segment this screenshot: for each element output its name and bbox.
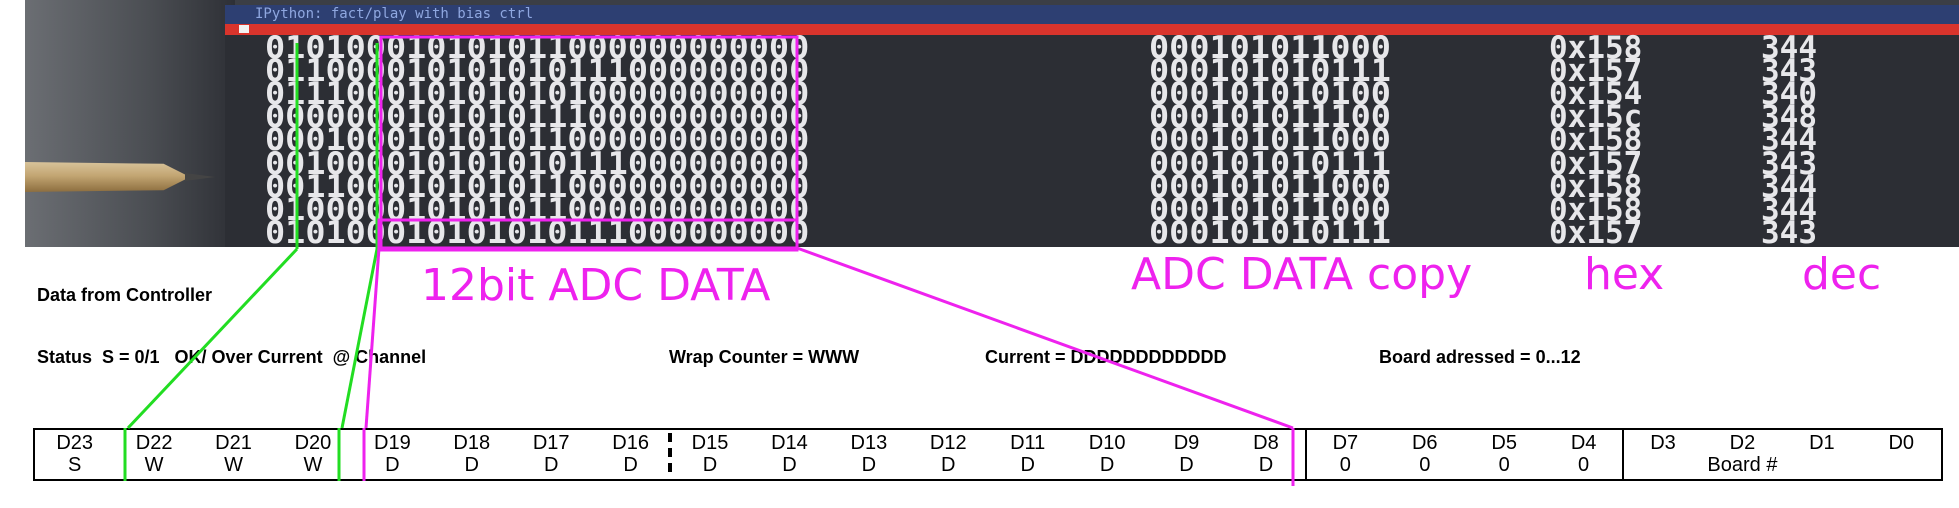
bit-cell-d19: D19 D	[353, 430, 432, 479]
bit-name: D2	[1729, 432, 1756, 454]
bit-value: D	[861, 454, 877, 476]
bit-cell-d7: D7 0	[1306, 430, 1385, 479]
green-line-w-diagonal	[340, 248, 379, 429]
bit-cell-d14: D14 D	[750, 430, 829, 479]
bit-value: D	[1020, 454, 1035, 476]
green-line-s-diagonal	[126, 247, 299, 430]
bit-value: D	[702, 454, 718, 476]
bit-cell-d0: D0	[1862, 430, 1941, 479]
bit-cell-d12: D12 D	[909, 430, 988, 479]
bit-name: D1	[1809, 432, 1835, 454]
bit-value: 0	[1339, 454, 1351, 476]
bit-value: W	[144, 454, 164, 476]
bit-name: D17	[532, 432, 570, 454]
bit-name: D10	[1088, 432, 1126, 454]
bit-value: 0	[1578, 454, 1590, 476]
bit-cell-d20: D20 W	[273, 430, 352, 479]
bit-name: D3	[1650, 432, 1676, 454]
bit-cell-d17: D17 D	[512, 430, 591, 479]
hex-label: hex	[1584, 249, 1665, 300]
bit-name: D23	[56, 432, 94, 454]
binary-value: 010100010101010111000000000	[265, 214, 810, 251]
bit-value: 0	[1498, 454, 1510, 476]
bit-value: S	[68, 454, 82, 476]
dec-label: dec	[1802, 249, 1882, 300]
bit-value: D	[1258, 454, 1274, 476]
bit-name: D22	[135, 432, 173, 454]
bit-name: D8	[1253, 432, 1279, 454]
bit-value: D	[623, 454, 638, 476]
adc-copy-value: 000101010111	[1149, 214, 1391, 251]
bit-cell-d16: D16 D	[591, 430, 670, 479]
nibble-divider	[1304, 430, 1307, 479]
bit-cell-d22: D22 W	[114, 430, 193, 479]
hex-value: 0x157	[1549, 214, 1643, 251]
bit-cell-d4: D4 0	[1544, 430, 1623, 479]
bit-cell-d23: D23 S	[35, 430, 114, 479]
bit-cell-d9: D9 D	[1147, 430, 1226, 479]
bit-value: D	[1099, 454, 1115, 476]
bit-name: D11	[1010, 432, 1046, 454]
bit-value: D	[385, 454, 400, 476]
bit-name: D15	[691, 432, 729, 454]
dec-value: 343	[1761, 214, 1817, 251]
bit-name: D7	[1332, 432, 1359, 454]
bit-name: D20	[294, 432, 332, 454]
adc-data-label: 12bit ADC DATA	[421, 260, 771, 311]
bit-value: D	[941, 454, 956, 476]
bit-name: D21	[215, 432, 252, 454]
bit-name: D13	[850, 432, 888, 454]
board-text: Board adressed = 0...12	[1379, 347, 1581, 367]
wrap-counter-text: Wrap Counter = WWW	[669, 347, 860, 367]
bit-name: D14	[771, 432, 808, 454]
bit-cell-d10: D10 D	[1067, 430, 1146, 479]
bit-value: D	[464, 454, 479, 476]
bit-name: D19	[374, 432, 411, 454]
bit-name: D16	[612, 432, 649, 454]
bit-value: W	[303, 454, 323, 476]
bit-name: D5	[1491, 432, 1517, 454]
board-number-label: Board #	[1707, 454, 1778, 476]
bit-value: 0	[1419, 454, 1431, 476]
bit-name: D0	[1888, 432, 1915, 454]
photo-background	[25, 0, 235, 247]
bit-value: D	[1179, 454, 1194, 476]
bit-name: D9	[1173, 432, 1200, 454]
status-text: Status S = 0/1 OK/ Over Current @ Channe…	[37, 347, 427, 367]
bit-cell-d11: D11 D	[988, 430, 1067, 479]
terminal-output: 010100010101011000000000000 000101011000 0…	[225, 33, 1959, 251]
magenta-line-left	[364, 247, 381, 429]
bit-cell-d15: D15 D	[670, 430, 749, 479]
bit-name: D12	[929, 432, 967, 454]
bit-value: W	[224, 454, 243, 476]
terminal-cursor	[239, 25, 249, 33]
data-header: Data from Controller	[37, 285, 213, 305]
bit-cell-d8: D8 D	[1226, 430, 1305, 479]
bit-cell-d18: D18 D	[432, 430, 511, 479]
terminal-row: 010100010101010111000000000 000101010111 0…	[225, 214, 1959, 251]
bit-cell-d5: D5 0	[1465, 430, 1544, 479]
bit-name: D4	[1570, 432, 1597, 454]
adc-copy-label: ADC DATA copy	[1131, 249, 1473, 300]
bit-name: D6	[1411, 432, 1438, 454]
current-text: Current = DDDDDDDDDDDD	[985, 347, 1227, 367]
bit-name: D18	[453, 432, 491, 454]
bit-cell-d21: D21 W	[194, 430, 273, 479]
terminal-title: IPython: fact/play with bias ctrl	[225, 5, 1959, 24]
bit-cell-d13: D13 D	[829, 430, 908, 479]
register-table: D23 S D22 W D21 W D20 W D19 D D18 D D17 D D16 D D15 D D14 D…	[33, 428, 1943, 481]
bit-value: D	[543, 454, 559, 476]
bit-value: D	[782, 454, 797, 476]
dashed-divider	[668, 433, 673, 477]
bit-cell-d6: D6 0	[1385, 430, 1464, 479]
pencil-image	[25, 162, 190, 192]
